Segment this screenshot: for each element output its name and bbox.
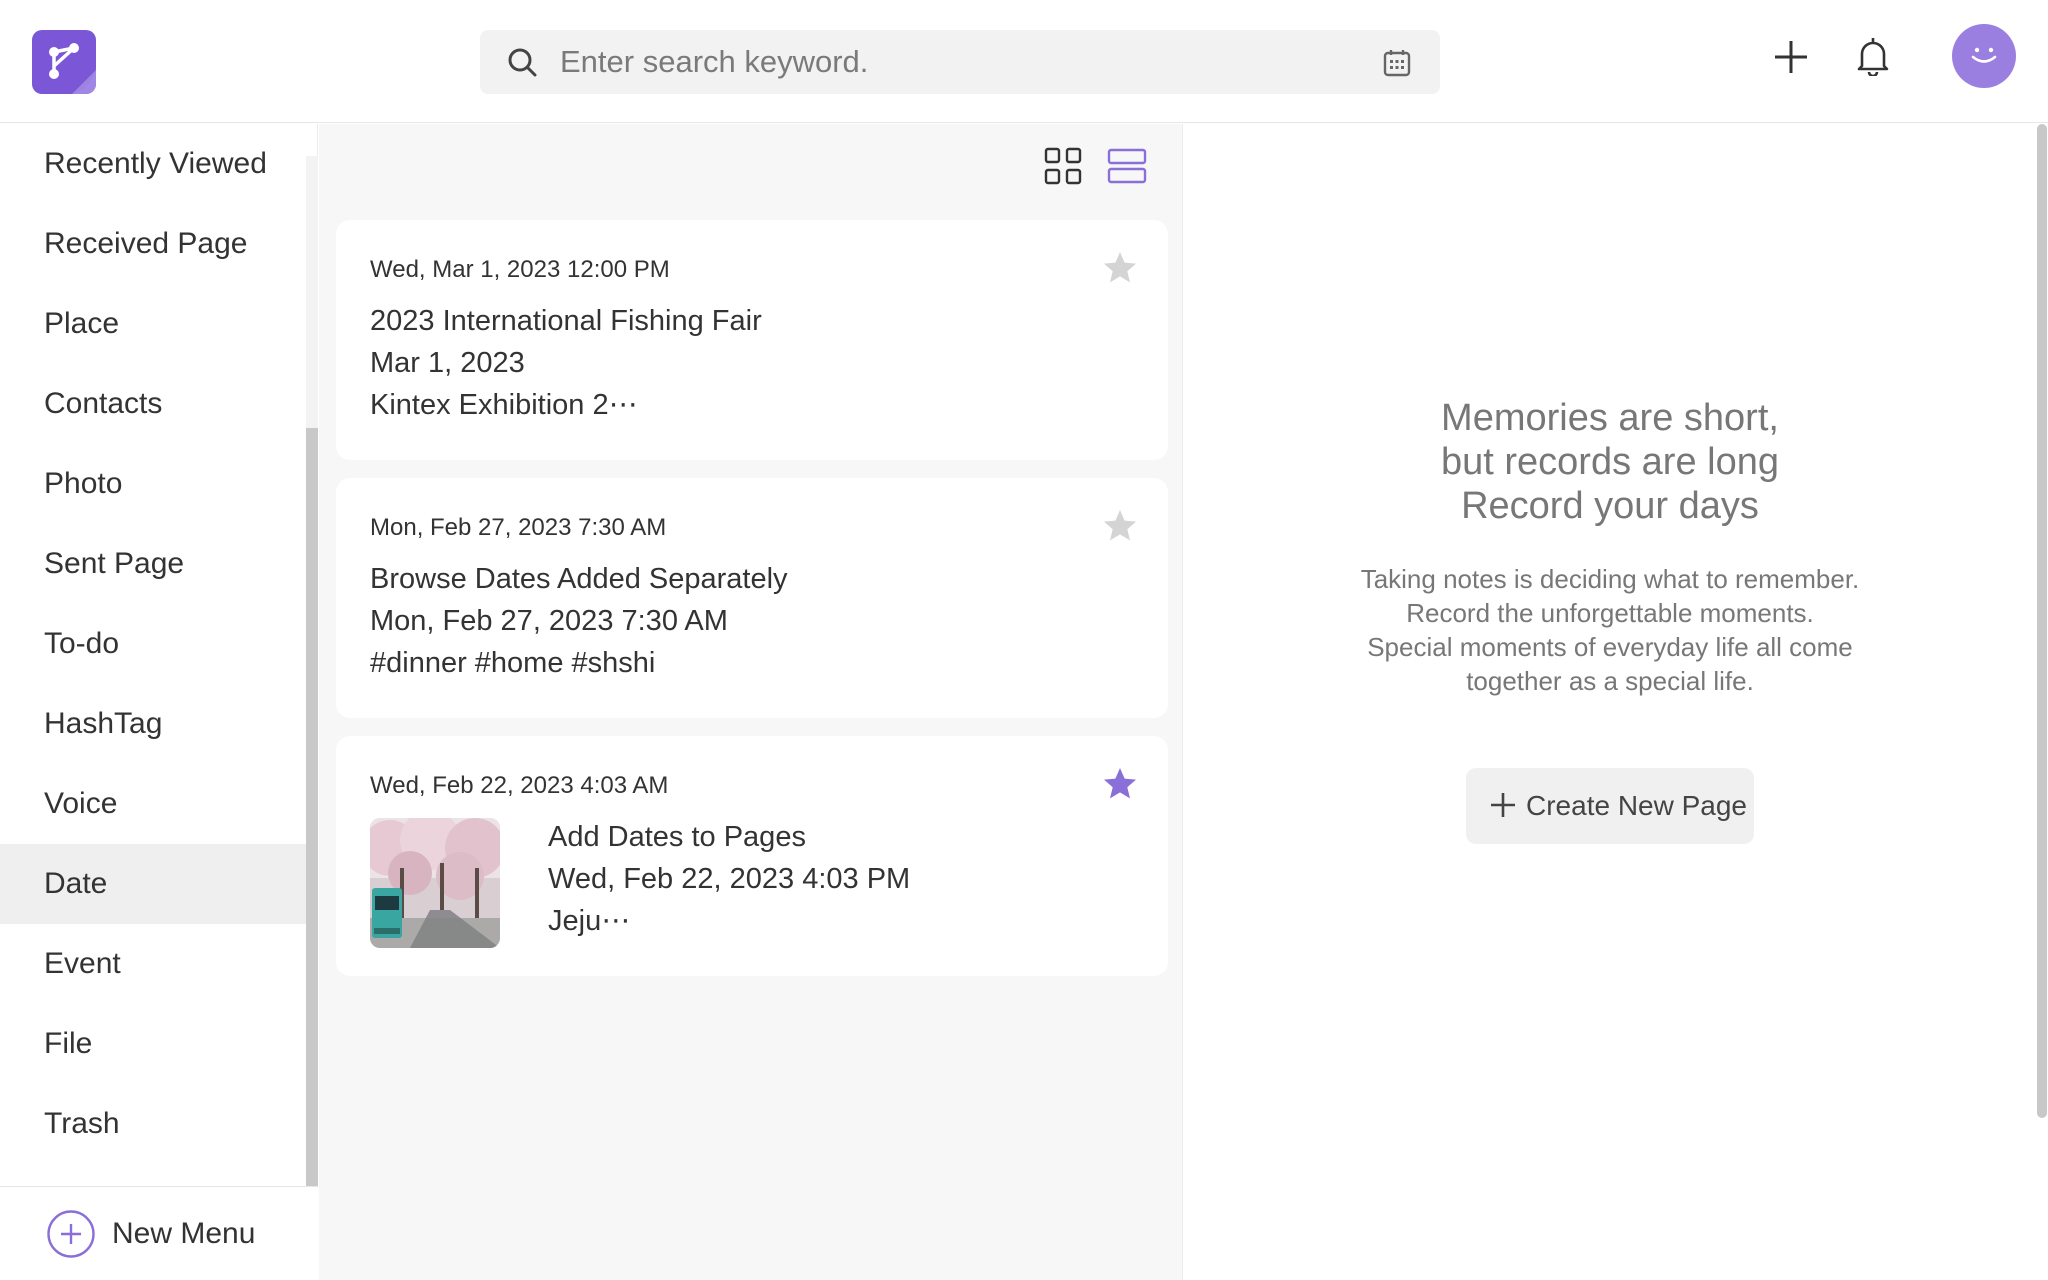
sidebar-item-to-do[interactable]: To-do [0,604,306,684]
description-line: Record the unforgettable moments. [1406,598,1814,628]
sidebar-item-received-page[interactable]: Received Page [0,204,306,284]
search-input[interactable] [560,30,1340,94]
avatar-smile-icon [1971,47,1997,63]
avatar[interactable] [1952,24,2016,88]
card-content: Browse Dates Added Separately Mon, Feb 2… [370,558,788,684]
create-new-page-label: Create New Page [1526,790,1748,821]
card-line: #dinner #home #shshi [370,647,656,679]
sidebar-item-sent-page[interactable]: Sent Page [0,524,306,604]
sidebar-item-contacts[interactable]: Contacts [0,364,306,444]
card-line: Mar 1, 2023 [370,347,525,379]
card-date: Wed, Feb 22, 2023 4:03 AM [370,772,669,799]
sidebar-scrollbar[interactable] [306,156,318,1186]
new-menu-label: New Menu [112,1217,256,1250]
card-title: Add Dates to Pages [548,821,806,853]
page-list-panel: Wed, Mar 1, 2023 12:00 PM 2023 Internati… [319,124,1183,1280]
card-line: Jeju⋯ [548,905,631,937]
top-bar [0,0,2048,123]
sidebar-scrollbar-thumb[interactable] [306,428,318,1186]
sidebar-item-recently-viewed[interactable]: Recently Viewed [0,124,306,204]
sidebar: Recently Viewed Received Page Place Cont… [0,124,318,1280]
sidebar-item-place[interactable]: Place [0,284,306,364]
card-title: Browse Dates Added Separately [370,563,788,595]
sidebar-item-hashtag[interactable]: HashTag [0,684,306,764]
slogan-line: but records are long [1441,441,1779,483]
empty-state-description: Taking notes is deciding what to remembe… [1184,562,2036,698]
app-logo[interactable] [32,30,96,94]
card-line: Wed, Feb 22, 2023 4:03 PM [548,863,911,895]
grid-view-icon[interactable] [1043,146,1083,186]
app-logo-icon [49,43,96,94]
calendar-icon[interactable] [1382,48,1412,78]
card-title: 2023 International Fishing Fair [370,305,762,337]
page-card[interactable]: Mon, Feb 27, 2023 7:30 AM Browse Dates A… [336,478,1168,718]
card-thumbnail[interactable] [370,818,500,948]
list-view-icon[interactable] [1107,146,1147,186]
bell-icon[interactable] [1856,36,1890,76]
detail-panel: Memories are short, but records are long… [1184,124,2036,1280]
star-icon[interactable] [1102,250,1138,286]
card-content: Add Dates to Pages Wed, Feb 22, 2023 4:0… [548,816,910,942]
detail-scrollbar-thumb[interactable] [2037,124,2047,1118]
star-icon[interactable] [1102,766,1138,802]
empty-state-slogan: Memories are short, but records are long… [1184,396,2036,528]
sidebar-item-trash[interactable]: Trash [0,1084,306,1164]
page-card[interactable]: Wed, Feb 22, 2023 4:03 AM Add Dates to P… [336,736,1168,976]
slogan-line: Record your days [1461,485,1759,527]
card-content: 2023 International Fishing Fair Mar 1, 2… [370,300,762,426]
sidebar-item-voice[interactable]: Voice [0,764,306,844]
add-circle-icon [47,1210,95,1258]
description-line: Taking notes is deciding what to remembe… [1360,564,1860,594]
card-line: Kintex Exhibition 2⋯ [370,389,638,421]
card-date: Wed, Mar 1, 2023 12:00 PM [370,256,670,283]
sidebar-menu: Recently Viewed Received Page Place Cont… [0,124,306,1164]
sidebar-item-event[interactable]: Event [0,924,306,1004]
new-menu-button[interactable]: New Menu [0,1186,318,1280]
card-line: Mon, Feb 27, 2023 7:30 AM [370,605,728,637]
cherry-blossom-photo [370,818,500,948]
plus-icon[interactable] [1772,38,1810,76]
sidebar-item-date[interactable]: Date [0,844,306,924]
search-bar [480,30,1440,94]
sidebar-item-photo[interactable]: Photo [0,444,306,524]
slogan-line: Memories are short, [1441,397,1779,439]
plus-icon [1491,793,1515,817]
page-card[interactable]: Wed, Mar 1, 2023 12:00 PM 2023 Internati… [336,220,1168,460]
card-date: Mon, Feb 27, 2023 7:30 AM [370,514,667,541]
sidebar-item-file[interactable]: File [0,1004,306,1084]
description-line: together as a special life. [1466,666,1754,696]
detail-scrollbar[interactable] [2036,124,2048,1280]
search-icon[interactable] [506,46,538,78]
star-icon[interactable] [1102,508,1138,544]
create-new-page-button[interactable]: Create New Page [1466,768,1754,844]
description-line: Special moments of everyday life all com… [1367,632,1853,662]
